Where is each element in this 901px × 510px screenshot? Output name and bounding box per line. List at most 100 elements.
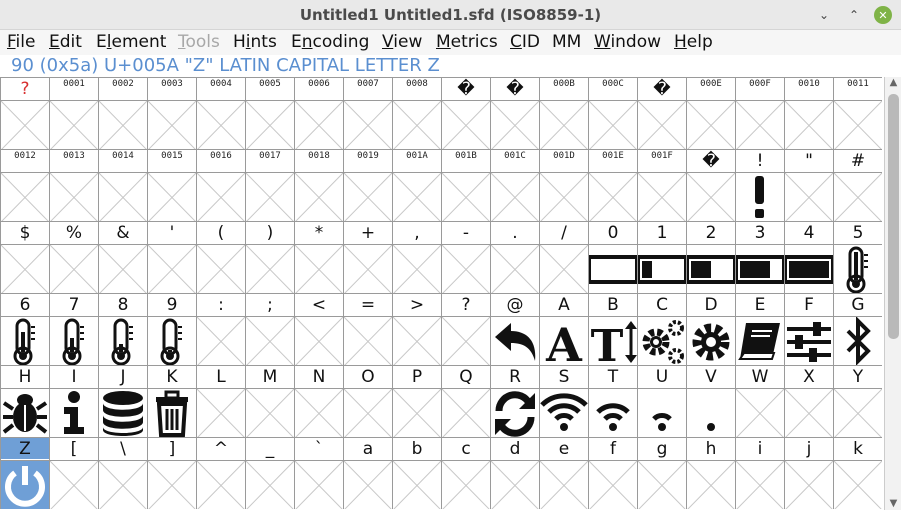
glyph-cell[interactable]: ? [441,293,490,365]
minimize-button[interactable]: ⌄ [815,6,833,24]
glyph-cell[interactable]: 0010 [784,77,833,149]
glyph-cell[interactable]: ! [735,149,784,221]
glyph-cell[interactable]: 0005 [245,77,294,149]
glyph-cell[interactable]: � [490,77,539,149]
close-button[interactable]: ✕ [874,6,892,24]
glyph-cell[interactable]: 1 [637,221,686,293]
glyph-cell[interactable]: ' [147,221,196,293]
glyph-cell[interactable]: d [490,437,539,509]
glyph-cell[interactable]: $ [0,221,49,293]
glyph-cell[interactable]: AA [539,293,588,365]
glyph-cell[interactable]: I [49,365,98,437]
maximize-button[interactable]: ⌃ [845,6,863,24]
glyph-cell[interactable]: R [490,365,539,437]
menu-mm[interactable]: MM [552,30,581,55]
glyph-cell[interactable]: E [735,293,784,365]
glyph-cell[interactable]: & [98,221,147,293]
menu-window[interactable]: Window [594,30,661,55]
glyph-cell[interactable]: BT [588,293,637,365]
glyph-cell[interactable]: 001E [588,149,637,221]
glyph-cell[interactable]: = [343,293,392,365]
glyph-cell[interactable]: N [294,365,343,437]
glyph-cell[interactable]: b [392,437,441,509]
glyph-cell[interactable]: U [637,365,686,437]
glyph-cell[interactable]: 0018 [294,149,343,221]
glyph-cell[interactable]: 0001 [49,77,98,149]
menu-file[interactable]: File [7,30,35,55]
menu-tools[interactable]: Tools [178,30,220,55]
glyph-cell[interactable]: 4 [784,221,833,293]
scrollbar-thumb[interactable] [888,94,899,339]
glyph-cell[interactable]: W [735,365,784,437]
glyph-cell[interactable]: 8 [98,293,147,365]
glyph-cell[interactable]: 5 [833,221,882,293]
glyph-cell[interactable]: < [294,293,343,365]
glyph-cell[interactable]: ` [294,437,343,509]
glyph-cell[interactable]: K [147,365,196,437]
glyph-cell[interactable]: ; [245,293,294,365]
glyph-cell[interactable]: O [343,365,392,437]
glyph-cell[interactable]: _ [245,437,294,509]
glyph-cell[interactable]: h [686,437,735,509]
vertical-scrollbar[interactable]: ▲ ▼ [884,77,901,510]
glyph-cell[interactable]: T [588,365,637,437]
glyph-cell[interactable]: 0014 [98,149,147,221]
glyph-cell[interactable]: � [686,149,735,221]
glyph-cell[interactable]: 0013 [49,149,98,221]
glyph-cell[interactable]: 000C [588,77,637,149]
glyph-cell[interactable]: 000B [539,77,588,149]
glyph-cell[interactable]: k [833,437,882,509]
glyph-cell[interactable]: \ [98,437,147,509]
glyph-cell[interactable]: > [392,293,441,365]
glyph-cell[interactable]: i [735,437,784,509]
glyph-cell[interactable]: P [392,365,441,437]
glyph-cell[interactable]: 0016 [196,149,245,221]
glyph-cell[interactable]: @ [490,293,539,365]
glyph-cell[interactable]: 001F [637,149,686,221]
glyph-cell[interactable]: 0017 [245,149,294,221]
glyph-cell[interactable]: Z [0,437,49,509]
glyph-cell[interactable]: . [490,221,539,293]
glyph-cell[interactable]: f [588,437,637,509]
glyph-cell[interactable]: 001D [539,149,588,221]
glyph-cell[interactable]: 2 [686,221,735,293]
glyph-cell[interactable]: # [833,149,882,221]
glyph-cell[interactable]: � [637,77,686,149]
glyph-cell[interactable]: 7 [49,293,98,365]
glyph-cell[interactable]: , [392,221,441,293]
glyph-cell[interactable]: e [539,437,588,509]
menu-edit[interactable]: Edit [49,30,82,55]
glyph-cell[interactable]: 0008 [392,77,441,149]
glyph-cell[interactable]: X [784,365,833,437]
glyph-cell[interactable]: V [686,365,735,437]
glyph-cell[interactable]: H [0,365,49,437]
glyph-cell[interactable]: * [294,221,343,293]
glyph-cell[interactable]: 001B [441,149,490,221]
glyph-cell[interactable]: 0007 [343,77,392,149]
glyph-cell[interactable]: 0019 [343,149,392,221]
glyph-cell[interactable]: 0012 [0,149,49,221]
glyph-cell[interactable]: / [539,221,588,293]
glyph-cell[interactable]: ( [196,221,245,293]
glyph-cell[interactable]: 0002 [98,77,147,149]
glyph-cell[interactable]: 000E [686,77,735,149]
glyph-cell[interactable]: F [784,293,833,365]
glyph-cell[interactable]: 9 [147,293,196,365]
glyph-cell[interactable]: G [833,293,882,365]
glyph-cell[interactable]: ? [0,77,49,149]
glyph-cell[interactable]: S [539,365,588,437]
glyph-cell[interactable]: g [637,437,686,509]
menu-metrics[interactable]: Metrics [436,30,498,55]
glyph-cell[interactable]: a [343,437,392,509]
glyph-cell[interactable]: [ [49,437,98,509]
glyph-cell[interactable]: L [196,365,245,437]
glyph-cell[interactable]: 001A [392,149,441,221]
glyph-cell[interactable]: Y [833,365,882,437]
glyph-cell[interactable]: - [441,221,490,293]
menu-help[interactable]: Help [674,30,713,55]
glyph-cell[interactable]: M [245,365,294,437]
glyph-cell[interactable]: J [98,365,147,437]
glyph-cell[interactable]: 0015 [147,149,196,221]
menu-hints[interactable]: Hints [233,30,277,55]
glyph-cell[interactable]: + [343,221,392,293]
